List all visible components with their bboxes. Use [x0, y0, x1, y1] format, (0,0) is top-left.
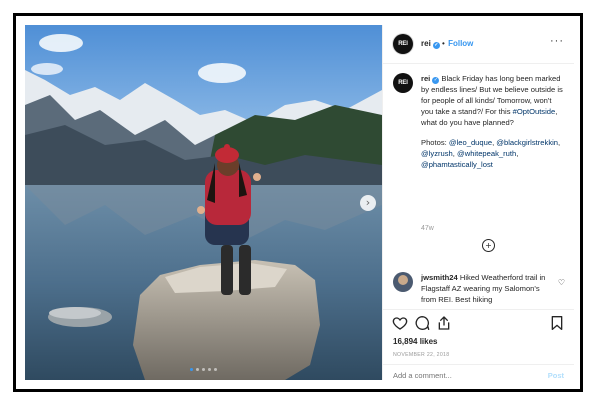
next-image-button[interactable]: ›	[360, 195, 376, 211]
photos-label: Photos:	[421, 138, 449, 147]
carousel-dot[interactable]	[196, 368, 199, 371]
like-count[interactable]: 16,894 likes	[393, 337, 437, 346]
load-more-comments-button[interactable]: +	[482, 239, 495, 252]
avatar[interactable]: REI	[393, 34, 413, 54]
carousel-dot[interactable]	[214, 368, 217, 371]
carousel-dot[interactable]	[202, 368, 205, 371]
carousel-dot[interactable]	[190, 368, 193, 371]
post-header: REI rei ✓ • Follow ···	[383, 25, 574, 64]
verified-badge-icon: ✓	[432, 42, 440, 49]
carousel-dot[interactable]	[208, 368, 211, 371]
mention-link[interactable]: @lyzrush	[421, 149, 453, 158]
comment-text: jwsmith24 Hiked Weatherford trail in Fla…	[421, 272, 551, 305]
mention-link[interactable]: @leo_duque	[449, 138, 492, 147]
share-icon[interactable]	[436, 315, 452, 331]
caption-text: rei ✓ Black Friday has long been marked b…	[421, 73, 565, 170]
bookmark-icon[interactable]	[549, 315, 565, 331]
mention-link[interactable]: @blackgirlstrekkin	[496, 138, 558, 147]
post-photo[interactable]: ›	[25, 25, 382, 380]
more-options-icon[interactable]: ···	[550, 35, 564, 47]
caption-avatar[interactable]: REI	[393, 73, 413, 93]
post-date: NOVEMBER 22, 2018	[393, 352, 450, 358]
carousel-indicator	[25, 368, 382, 371]
comment-icon[interactable]	[414, 315, 430, 331]
chevron-right-icon: ›	[365, 196, 371, 209]
photo-credits: Photos: @leo_duque, @blackgirlstrekkin, …	[421, 138, 561, 169]
heart-icon[interactable]	[392, 315, 408, 331]
username-link[interactable]: rei	[421, 39, 431, 48]
comment-like-icon[interactable]: ♡	[558, 278, 565, 287]
verified-badge-icon: ✓	[432, 77, 440, 84]
plus-circle-icon: +	[485, 241, 492, 250]
commenter-avatar[interactable]	[393, 272, 413, 292]
commenter-username[interactable]: jwsmith24	[421, 273, 458, 282]
mention-link[interactable]: @phamtastically_lost	[421, 160, 493, 169]
hashtag-link[interactable]: #OptOutside	[513, 107, 556, 116]
post-actions: 16,894 likes NOVEMBER 22, 2018 Post	[383, 309, 574, 380]
post-image	[25, 25, 382, 380]
time-ago: 47w	[421, 225, 434, 232]
caption-username[interactable]: rei	[421, 74, 430, 83]
post-sidebar: REI rei ✓ • Follow ··· REI rei ✓ Black Fri…	[382, 25, 574, 380]
follow-button[interactable]: Follow	[448, 39, 473, 48]
post-comment-button[interactable]: Post	[548, 371, 564, 380]
separator-dot: •	[442, 39, 445, 48]
comment-input[interactable]	[393, 371, 533, 380]
post-frame: › REI rei ✓ • Follow ··· REI rei ✓ Black F…	[13, 13, 583, 392]
add-comment-bar: Post	[383, 364, 574, 381]
post-author: rei ✓ • Follow	[421, 39, 473, 49]
mention-link[interactable]: @whitepeak_ruth	[457, 149, 516, 158]
